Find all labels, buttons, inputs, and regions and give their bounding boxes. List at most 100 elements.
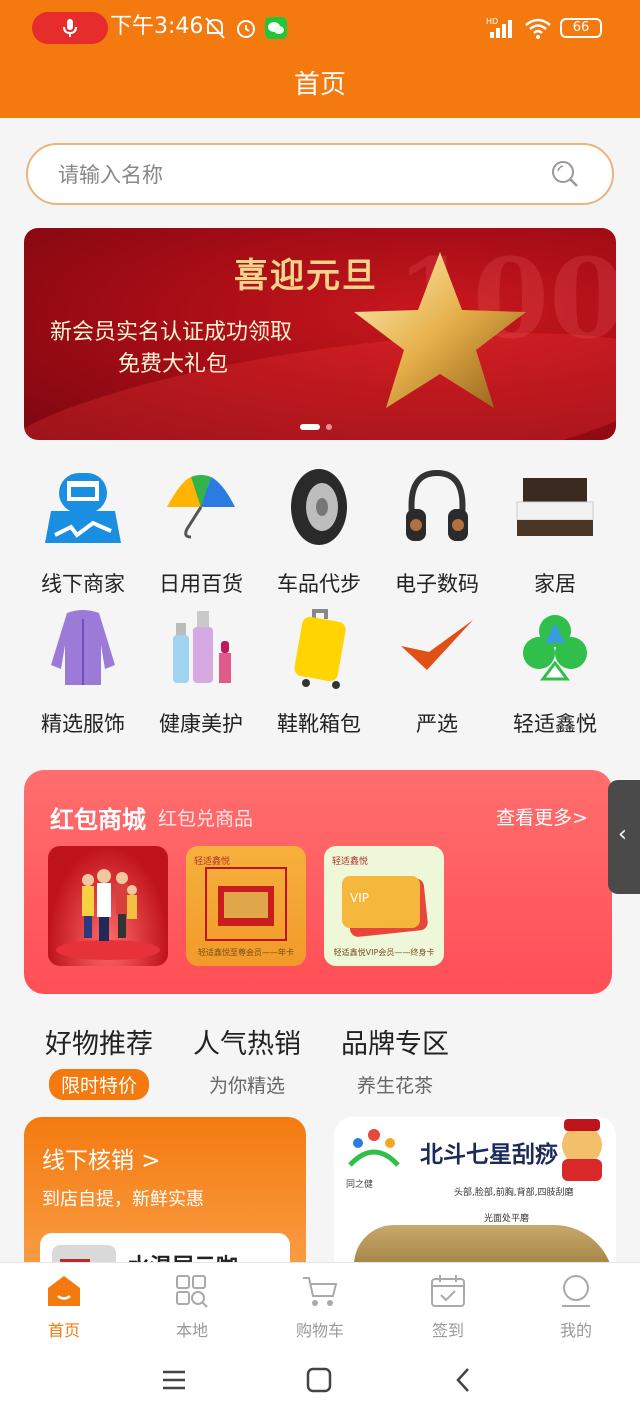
promo-banner[interactable]: 100 喜迎元旦 新会员实名认证成功领取 免费大礼包: [24, 228, 616, 440]
search-icon[interactable]: [550, 159, 580, 189]
mute-bell-icon: [205, 17, 225, 39]
offline-title: 线下核销 >: [42, 1148, 161, 1174]
carousel-dot[interactable]: [326, 423, 332, 430]
nav-local[interactable]: 本地: [128, 1273, 256, 1341]
microphone-icon: [63, 19, 77, 37]
back-icon[interactable]: [450, 1366, 478, 1394]
side-drawer-handle[interactable]: ‹: [608, 780, 640, 894]
promo-parts-text: 头部,脸部,前胸,背部,四肢刮磨: [454, 1188, 574, 1198]
umbrella-icon: [167, 475, 235, 539]
banner-line-1: 新会员实名认证成功领取: [50, 320, 293, 345]
card-caption: 轻适鑫悦至尊会员——年卡: [198, 948, 294, 957]
nav-label: 签到: [431, 1321, 464, 1340]
bottom-nav: 首页 本地 购物车 签到 我的: [0, 1262, 640, 1346]
shop-map-icon: [45, 473, 121, 543]
category-label: 鞋靴箱包: [277, 712, 361, 736]
mic-indicator[interactable]: [32, 12, 108, 44]
category-beauty[interactable]: 健康美护: [137, 602, 265, 738]
system-nav-bar: [0, 1346, 640, 1422]
card-tag: 轻适鑫悦: [332, 857, 369, 867]
red-packet-card[interactable]: [48, 846, 168, 966]
red-packet-card[interactable]: 轻适鑫悦 VIP 轻适鑫悦VIP会员——终身卡: [324, 846, 444, 966]
nav-checkin[interactable]: 签到: [384, 1273, 512, 1341]
category-daily-goods[interactable]: 日用百货: [137, 462, 265, 598]
menu-icon[interactable]: [160, 1366, 188, 1394]
category-label: 轻适鑫悦: [513, 712, 597, 736]
home-square-icon[interactable]: [305, 1366, 333, 1394]
category-offline-shops[interactable]: 线下商家: [19, 462, 147, 598]
category-label: 严选: [416, 712, 458, 736]
mascot-icon: [562, 1119, 602, 1181]
red-packet-subtitle: 红包兑商品: [158, 808, 254, 830]
signal-icon: HD: [486, 17, 512, 38]
category-bags[interactable]: 鞋靴箱包: [255, 602, 383, 738]
status-time: 下午3:46: [110, 14, 204, 39]
nav-home[interactable]: 首页: [0, 1273, 128, 1341]
category-label: 家居: [534, 572, 576, 596]
home-icon: [48, 1276, 80, 1306]
tab-subtitle: 养生花茶: [356, 1075, 433, 1097]
nav-cart[interactable]: 购物车: [256, 1273, 384, 1341]
red-packet-card[interactable]: 轻适鑫悦 轻适鑫悦至尊会员——年卡: [186, 846, 306, 966]
category-label: 健康美护: [159, 712, 243, 736]
nav-label: 我的: [559, 1321, 592, 1340]
checkmark-icon: [401, 620, 473, 670]
card-caption: 轻适鑫悦VIP会员——终身卡: [333, 948, 435, 957]
wifi-icon: [525, 18, 551, 39]
jacket-icon: [51, 610, 115, 685]
headphones-icon: [406, 469, 468, 541]
cart-icon: [303, 1277, 338, 1306]
tab-subtitle: 为你精选: [208, 1075, 285, 1097]
status-bar: 下午3:46 HD 66: [0, 0, 640, 56]
calendar-check-icon: [431, 1275, 465, 1307]
people-photo: [56, 869, 160, 960]
bed-icon: [516, 478, 594, 536]
category-home[interactable]: 家居: [491, 462, 619, 598]
category-label: 日用百货: [159, 572, 243, 596]
tab-title: 品牌专区: [341, 1029, 449, 1060]
carousel-dots: [300, 416, 338, 435]
tab-hot[interactable]: 人气热销 为你精选: [172, 1022, 322, 1100]
category-selected[interactable]: 严选: [373, 602, 501, 738]
carousel-dot-active[interactable]: [300, 423, 320, 430]
search-input[interactable]: [58, 157, 538, 193]
vip-card-icon: VIP: [342, 876, 428, 937]
red-packet-mall: 红包商城 红包兑商品 查看更多> 轻适鑫悦 轻适鑫悦至尊会员——年卡 轻适鑫悦 …: [24, 770, 612, 994]
tab-recommend[interactable]: 好物推荐 限时特价: [24, 1022, 174, 1100]
user-icon: [562, 1275, 590, 1307]
suitcase-icon: [294, 609, 346, 689]
local-grid-icon: [176, 1275, 208, 1308]
battery-icon: 66: [560, 18, 602, 38]
category-electronics[interactable]: 电子数码: [373, 462, 501, 598]
promo-face-text: 光面处平磨: [484, 1214, 530, 1224]
svg-text:HD: HD: [486, 17, 498, 26]
nav-label: 首页: [47, 1321, 80, 1340]
category-qingshi[interactable]: 轻适鑫悦: [491, 602, 619, 738]
nav-label: 购物车: [295, 1321, 344, 1340]
nav-label: 本地: [175, 1321, 208, 1340]
view-more-link[interactable]: 查看更多>: [496, 803, 588, 830]
brand-name: 同之健: [346, 1180, 374, 1190]
search-bar[interactable]: [26, 143, 614, 205]
offline-subtitle: 到店自提，新鲜实惠: [42, 1189, 204, 1210]
category-label: 精选服饰: [41, 712, 125, 736]
tab-brand[interactable]: 品牌专区 养生花茶: [320, 1022, 470, 1100]
category-apparel[interactable]: 精选服饰: [19, 602, 147, 738]
category-vehicle[interactable]: 车品代步: [255, 462, 383, 598]
clover-logo-icon: [523, 615, 587, 681]
wechat-icon: [265, 17, 287, 39]
tab-subtitle-active: 限时特价: [48, 1069, 149, 1100]
red-packet-title: 红包商城: [50, 806, 146, 834]
gift-box-icon: [205, 867, 287, 941]
svg-text:VIP: VIP: [350, 891, 369, 905]
banner-title: 喜迎元旦: [234, 256, 378, 296]
alarm-icon: [237, 20, 255, 38]
battery-level: 66: [572, 20, 590, 35]
cosmetics-icon: [173, 611, 231, 683]
promo-title: 北斗七星刮痧: [420, 1141, 558, 1168]
category-label: 电子数码: [395, 572, 479, 596]
nav-profile[interactable]: 我的: [512, 1273, 640, 1341]
page-title: 首页: [293, 70, 346, 100]
top-bar: 下午3:46 HD 66 首页: [0, 0, 640, 118]
category-label: 线下商家: [41, 572, 125, 596]
